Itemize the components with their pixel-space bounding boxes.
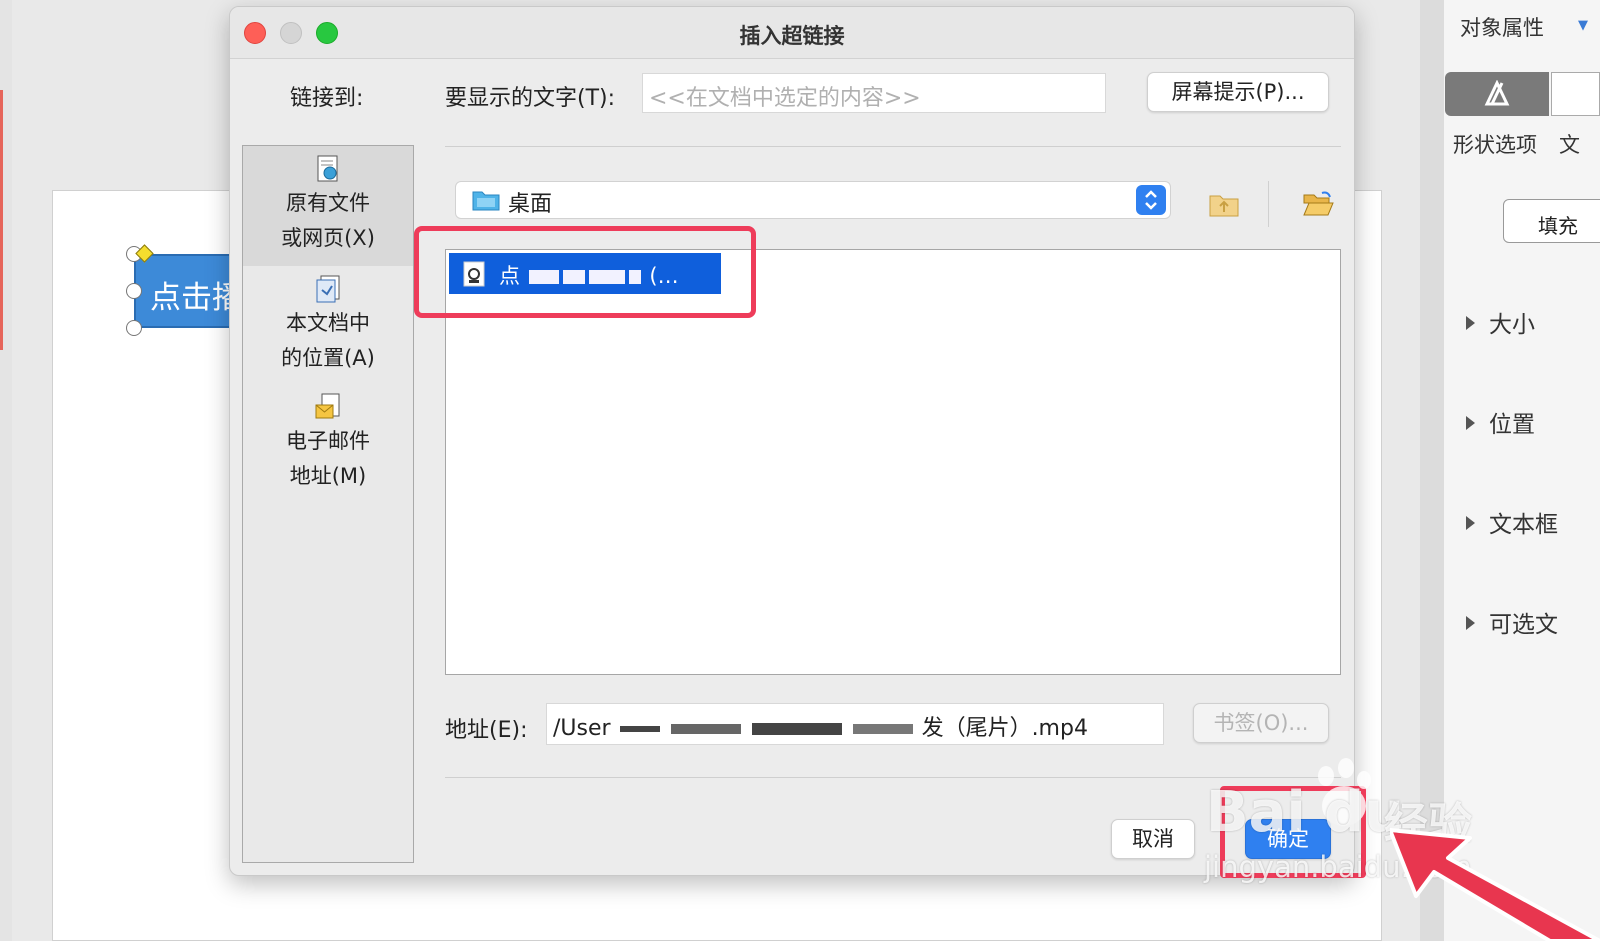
sidebar-item-line1: 原有文件: [286, 191, 370, 215]
chevron-updown-icon: [1136, 185, 1166, 215]
section-alt-text[interactable]: 可选文: [1466, 605, 1558, 639]
sidebar-item-this-document[interactable]: 本文档中 的位置(A): [243, 266, 413, 384]
sidebar-item-line2: 的位置(A): [281, 346, 375, 370]
section-size[interactable]: 大小: [1466, 305, 1535, 339]
sidebar-item-email[interactable]: 电子邮件 地址(M): [243, 384, 413, 502]
sidebar-item-line2: 或网页(X): [281, 226, 375, 250]
cancel-button[interactable]: 取消: [1111, 819, 1195, 859]
left-accent-strip: [0, 90, 3, 350]
display-text-placeholder: <<在文档中选定的内容>>: [649, 86, 921, 111]
section-label: 大小: [1489, 312, 1535, 338]
shape-icon: [1484, 80, 1510, 106]
watermark-brand: Bai: [1206, 780, 1306, 845]
folder-icon: [472, 191, 500, 211]
sidebar-item-existing-file[interactable]: 原有文件 或网页(X): [243, 146, 413, 266]
location-select[interactable]: 桌面: [455, 181, 1171, 219]
bookmark-button[interactable]: 书签(O)...: [1193, 703, 1329, 743]
section-label: 可选文: [1489, 612, 1558, 638]
open-folder-icon[interactable]: [1302, 189, 1334, 217]
chevron-down-icon[interactable]: ▼: [1578, 18, 1588, 33]
toolbar-separator: [1268, 181, 1269, 227]
panel-title: 对象属性: [1460, 16, 1544, 40]
tab-shape-options[interactable]: 形状选项: [1453, 129, 1537, 159]
section-label: 位置: [1489, 412, 1535, 438]
resize-handle-middle[interactable]: [126, 283, 142, 299]
link-type-sidebar: 原有文件 或网页(X) 本文档中 的位置(A) 电子邮件 地址(M): [242, 145, 414, 863]
link-to-label: 链接到:: [290, 86, 364, 111]
screen-tip-button[interactable]: 屏幕提示(P)...: [1147, 72, 1329, 112]
expand-triangle-icon: [1466, 416, 1475, 430]
expand-triangle-icon: [1466, 516, 1475, 530]
address-label: 地址(E):: [445, 718, 528, 743]
fill-button[interactable]: 填充: [1503, 199, 1600, 243]
top-divider: [445, 146, 1341, 147]
section-position[interactable]: 位置: [1466, 405, 1535, 439]
location-value: 桌面: [508, 192, 553, 217]
display-text-input[interactable]: <<在文档中选定的内容>>: [642, 73, 1106, 113]
section-label: 文本框: [1489, 512, 1558, 538]
address-prefix: /User: [553, 716, 611, 741]
resize-handle-bottom[interactable]: [126, 320, 142, 336]
address-input[interactable]: /User 发（尾片）.mp4: [546, 703, 1164, 745]
dialog-title: 插入超链接: [739, 24, 845, 48]
folder-up-icon[interactable]: [1208, 191, 1240, 219]
pointer-arrow-icon: [1390, 828, 1600, 941]
email-icon: [315, 393, 340, 419]
expand-triangle-icon: [1466, 616, 1475, 630]
shape-button[interactable]: 点击播: [134, 254, 244, 328]
sidebar-item-line2: 地址(M): [289, 464, 367, 488]
display-text-label: 要显示的文字(T):: [445, 86, 616, 111]
redacted-text: [751, 723, 842, 735]
file-web-icon: [317, 155, 338, 182]
section-textbox[interactable]: 文本框: [1466, 505, 1558, 539]
expand-triangle-icon: [1466, 316, 1475, 330]
sidebar-item-line1: 本文档中: [286, 311, 370, 335]
document-place-icon: [316, 275, 340, 303]
sidebar-item-line1: 电子邮件: [286, 429, 370, 453]
insert-hyperlink-dialog: 插入超链接 链接到: 要显示的文字(T): <<在文档中选定的内容>> 屏幕提示…: [229, 6, 1355, 876]
text-tab[interactable]: [1551, 72, 1600, 116]
dialog-titlebar: 插入超链接: [230, 7, 1354, 59]
highlight-selected-file: [414, 226, 756, 318]
redacted-text: [670, 724, 741, 734]
redacted-text: [619, 726, 660, 732]
tab-text-options[interactable]: 文: [1559, 129, 1580, 159]
redacted-text: [852, 724, 913, 734]
address-suffix: 发（尾片）.mp4: [921, 716, 1088, 741]
